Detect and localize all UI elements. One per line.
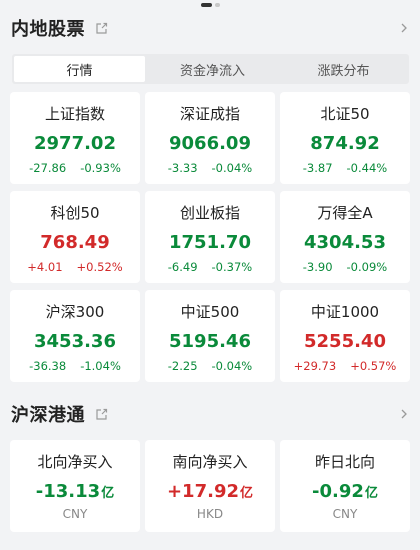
flow-unit: 亿	[364, 486, 378, 501]
index-change-pct: -0.37%	[211, 260, 253, 274]
index-change-pct: -0.04%	[211, 161, 253, 175]
index-change-pct: -0.44%	[346, 161, 388, 175]
stock-connect-header[interactable]: 沪深港通	[0, 399, 420, 429]
index-name: 沪深300	[45, 303, 105, 321]
index-change: -3.33	[167, 161, 198, 175]
flow-unit: 亿	[240, 486, 254, 501]
index-name: 中证1000	[310, 303, 380, 321]
tab-distribution[interactable]: 涨跌分布	[278, 54, 409, 84]
flow-name: 南向净买入	[172, 453, 248, 471]
mainland-stocks-title: 内地股票	[11, 19, 85, 40]
index-change: -27.86	[29, 161, 67, 175]
index-value: 5255.40	[304, 331, 386, 352]
tab-market[interactable]: 行情	[14, 56, 145, 82]
share-out-icon[interactable]	[95, 22, 108, 35]
index-name: 深证成指	[179, 105, 240, 123]
index-value: 3453.36	[34, 331, 116, 352]
index-card[interactable]: 北证50 874.92 -3.87 -0.44%	[280, 92, 410, 184]
index-grid: 上证指数 2977.02 -27.86 -0.93% 深证成指 9066.09 -…	[10, 92, 412, 382]
index-value: 874.92	[310, 133, 380, 154]
index-change-pct: +0.52%	[76, 260, 123, 274]
index-card[interactable]: 创业板指 1751.70 -6.49 -0.37%	[145, 191, 275, 283]
page-indicator	[0, 3, 420, 7]
share-out-icon[interactable]	[95, 408, 108, 421]
index-change: -3.90	[302, 260, 333, 274]
index-name: 上证指数	[44, 105, 105, 123]
index-change: -36.38	[29, 359, 67, 373]
page-dot	[214, 3, 220, 7]
index-change-pct: -0.09%	[346, 260, 388, 274]
flow-value: +17.92	[166, 481, 239, 502]
flow-grid: 北向净买入 -13.13 亿 CNY 南向净买入 +17.92 亿 HKD 昨日北向…	[10, 440, 412, 532]
mainland-stocks-header[interactable]: 内地股票	[0, 13, 420, 43]
flow-name: 北向净买入	[37, 453, 113, 471]
index-change: -3.87	[302, 161, 333, 175]
index-change-pct: -1.04%	[80, 359, 121, 373]
index-card[interactable]: 万得全A 4304.53 -3.90 -0.09%	[280, 191, 410, 283]
index-name: 万得全A	[317, 204, 373, 222]
index-change: +4.01	[27, 260, 63, 274]
index-card[interactable]: 中证1000 5255.40 +29.73 +0.57%	[280, 290, 410, 382]
index-value: 768.49	[40, 232, 110, 253]
index-name: 创业板指	[179, 204, 240, 222]
page-dot-active	[200, 3, 212, 7]
flow-name: 昨日北向	[314, 453, 375, 471]
index-change-pct: +0.57%	[350, 359, 397, 373]
index-value: 5195.46	[169, 331, 251, 352]
flow-currency: CNY	[62, 507, 88, 521]
flow-unit: 亿	[101, 486, 115, 501]
flow-card-northbound[interactable]: 北向净买入 -13.13 亿 CNY	[10, 440, 140, 532]
stock-connect-title: 沪深港通	[11, 405, 85, 426]
index-change: -2.25	[167, 359, 198, 373]
index-name: 北证50	[320, 105, 370, 123]
index-card[interactable]: 中证500 5195.46 -2.25 -0.04%	[145, 290, 275, 382]
flow-card-southbound[interactable]: 南向净买入 +17.92 亿 HKD	[145, 440, 275, 532]
index-value: 2977.02	[34, 133, 116, 154]
index-name: 中证500	[180, 303, 240, 321]
index-card[interactable]: 上证指数 2977.02 -27.86 -0.93%	[10, 92, 140, 184]
flow-card-prev-northbound[interactable]: 昨日北向 -0.92 亿 CNY	[280, 440, 410, 532]
flow-currency: CNY	[332, 507, 358, 521]
index-value: 9066.09	[169, 133, 251, 154]
index-change-pct: -0.93%	[80, 161, 121, 175]
index-card[interactable]: 深证成指 9066.09 -3.33 -0.04%	[145, 92, 275, 184]
market-tabs: 行情 资金净流入 涨跌分布	[12, 54, 409, 84]
flow-value: -13.13	[35, 481, 101, 502]
index-card[interactable]: 科创50 768.49 +4.01 +0.52%	[10, 191, 140, 283]
chevron-right-icon[interactable]	[398, 408, 410, 420]
index-change: -6.49	[167, 260, 198, 274]
index-value: 4304.53	[304, 232, 386, 253]
index-name: 科创50	[50, 204, 100, 222]
index-value: 1751.70	[169, 232, 251, 253]
index-change: +29.73	[293, 359, 337, 373]
index-change-pct: -0.04%	[211, 359, 253, 373]
flow-currency: HKD	[196, 507, 224, 521]
chevron-right-icon[interactable]	[398, 22, 410, 34]
index-card[interactable]: 沪深300 3453.36 -36.38 -1.04%	[10, 290, 140, 382]
tab-net-inflow[interactable]: 资金净流入	[147, 54, 278, 84]
flow-value: -0.92	[312, 481, 364, 502]
